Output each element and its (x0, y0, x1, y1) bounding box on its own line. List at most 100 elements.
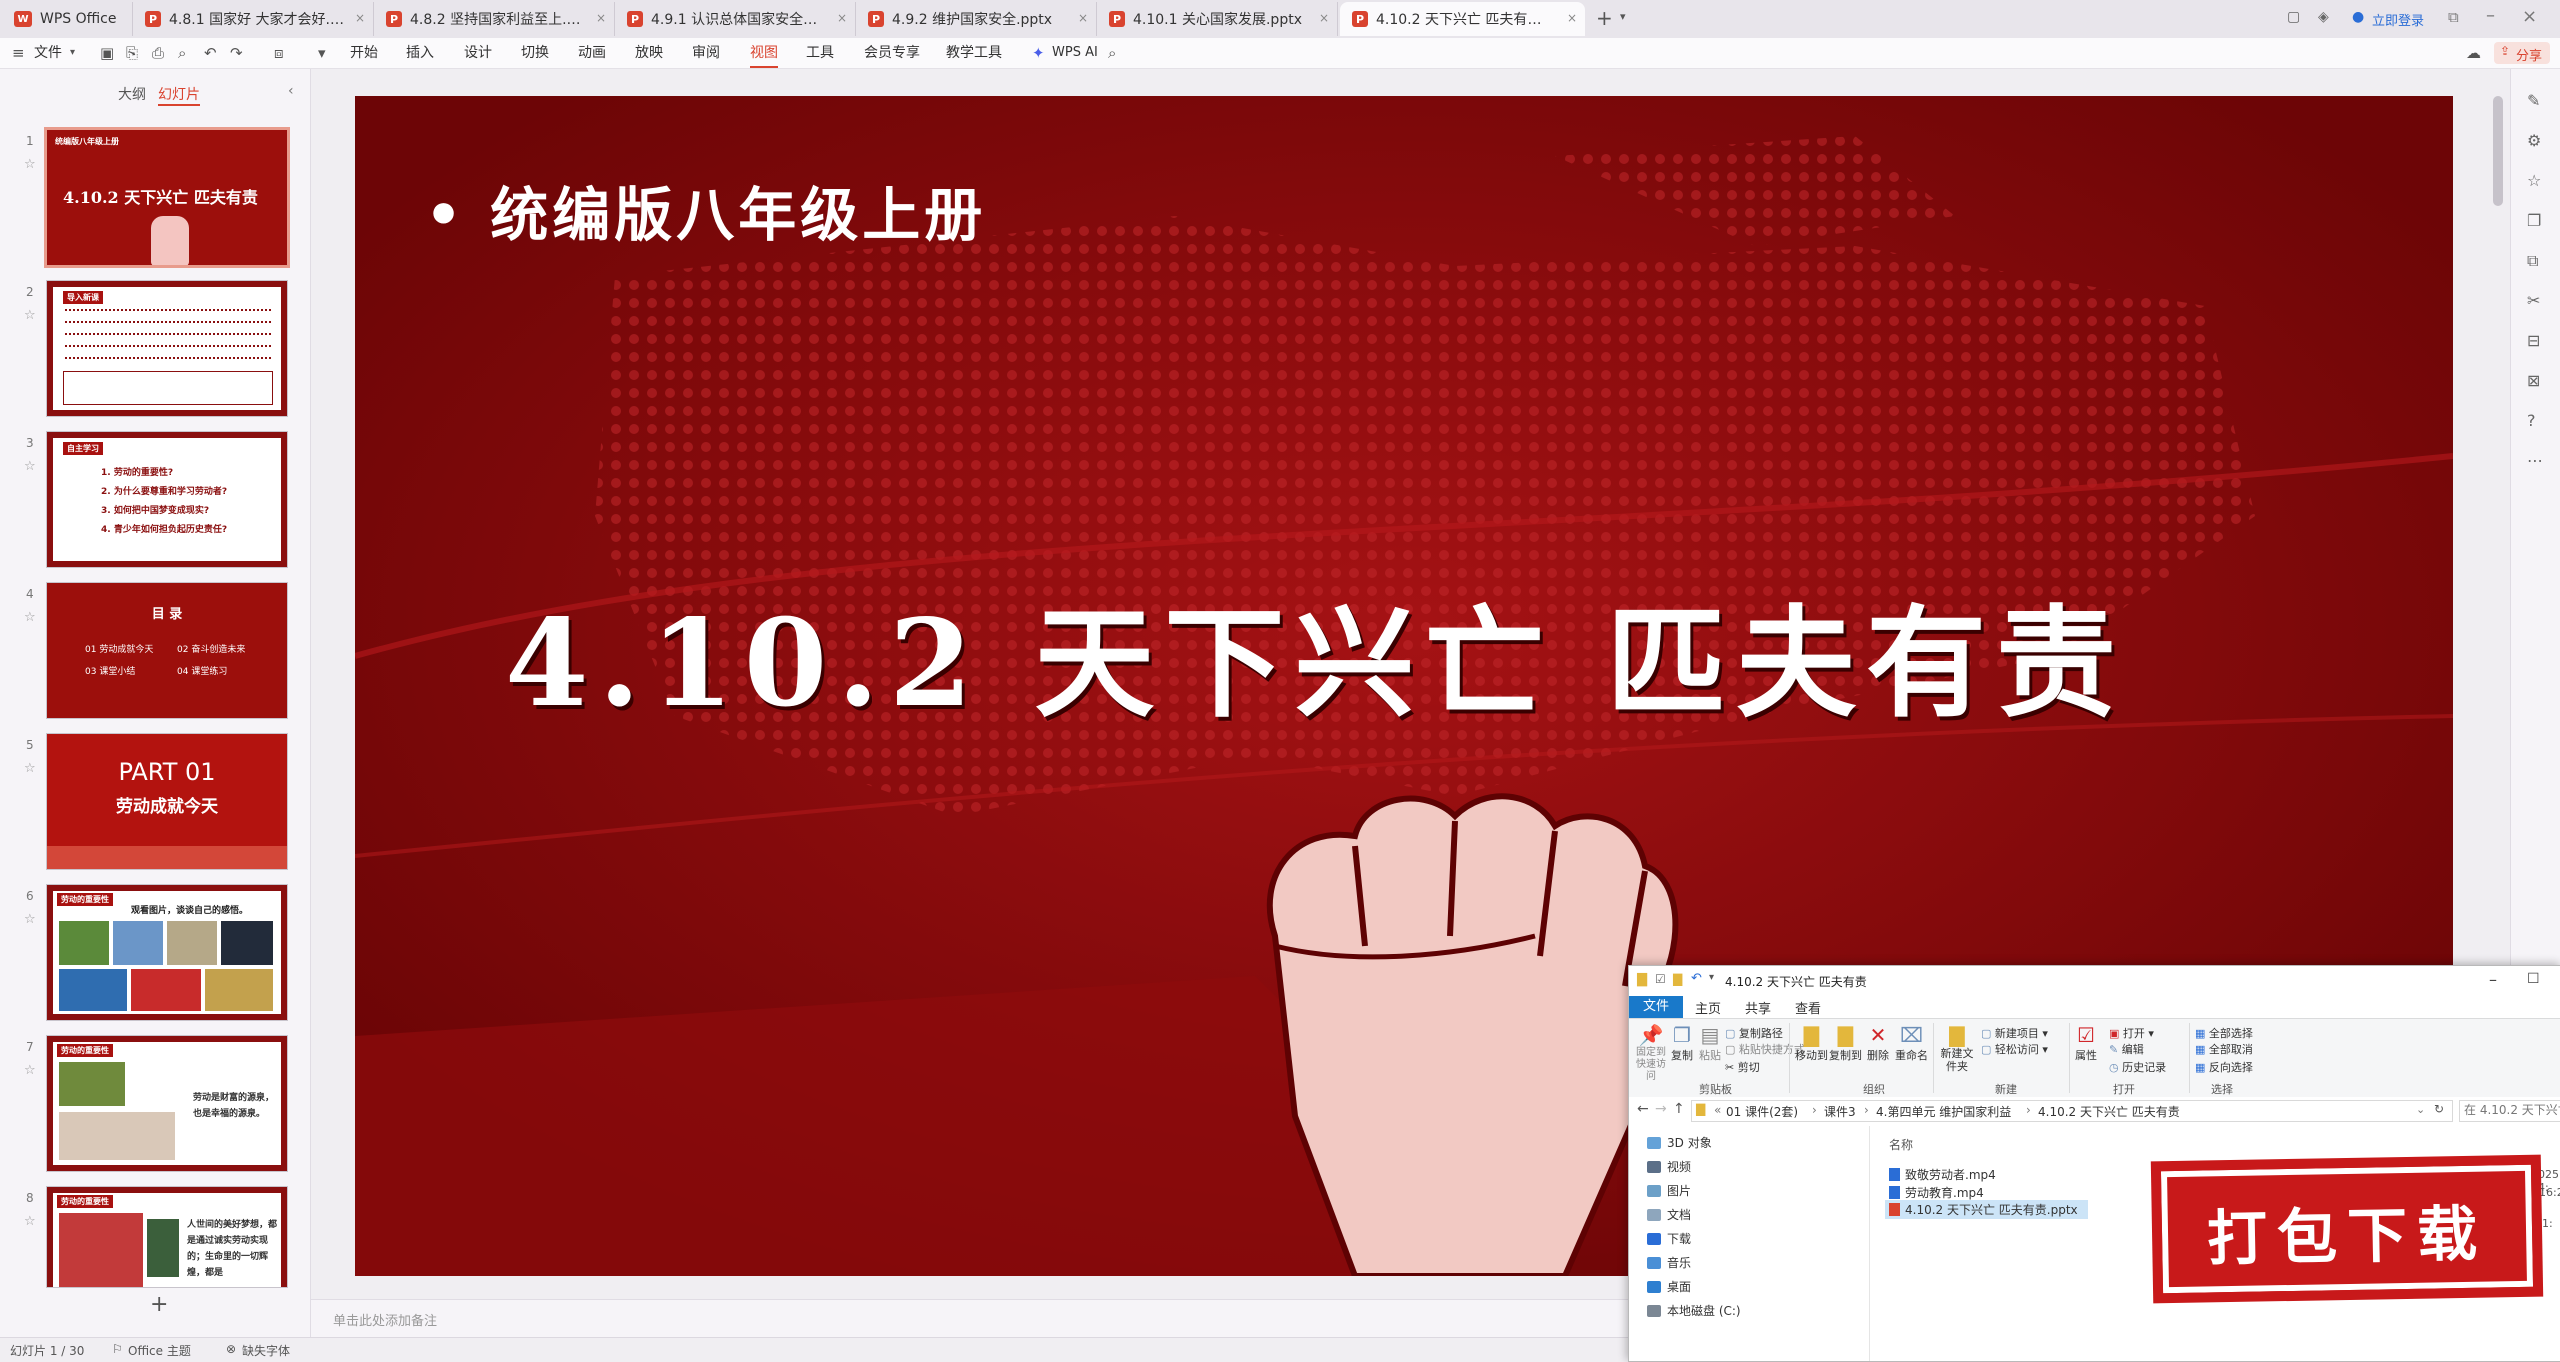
nav-item-local-disk[interactable]: 本地磁盘 (C:) (1647, 1302, 1741, 1319)
easy-access-button[interactable]: ▢ 轻松访问 ▾ (1981, 1041, 2048, 1057)
new-folder-button[interactable]: ▇ 新建文件夹 (1939, 1023, 1975, 1073)
file-item[interactable]: 劳动教育.mp4 (1889, 1184, 1984, 1201)
star-icon[interactable]: ☆ (24, 308, 36, 323)
slide-title[interactable]: 4.10.2 天下兴亡 匹夫有责 (505, 566, 2126, 740)
copy-button[interactable]: ❐ 复制 (1671, 1023, 1693, 1063)
ribbon-tab-file[interactable]: 文件 (1629, 996, 1684, 1018)
reader-icon[interactable]: ⊟ (2527, 331, 2540, 350)
ribbon-tab-view[interactable]: 查看 (1795, 998, 1821, 1017)
menu-transition[interactable]: 切换 (521, 38, 549, 68)
star-icon[interactable]: ☆ (24, 1063, 36, 1078)
missing-font-label[interactable]: 缺失字体 (242, 1342, 290, 1359)
close-tab-icon[interactable]: × (1567, 11, 1577, 25)
slide-thumbnail-2[interactable]: 导入新课 (47, 281, 287, 416)
vertical-scrollbar[interactable] (2493, 96, 2503, 206)
export-icon[interactable]: ⎘ (126, 44, 138, 62)
breadcrumb-item[interactable]: 01 课件(2套) (1726, 1103, 1798, 1120)
skin-icon[interactable]: ◈ (2318, 9, 2329, 25)
star-icon[interactable]: ☆ (24, 761, 36, 776)
format-painter-icon[interactable]: ⧈ (274, 44, 284, 62)
slide-thumbnail-3[interactable]: 自主学习 1. 劳动的重要性? 2. 为什么要尊重和学习劳动者? 3. 如何把中… (47, 432, 287, 567)
tab-document[interactable]: P 4.10.1 关心国家发展.pptx × (1097, 2, 1338, 36)
ribbon-tab-home[interactable]: 主页 (1695, 998, 1721, 1017)
nav-item-pictures[interactable]: 图片 (1647, 1182, 1691, 1199)
backup-icon[interactable]: ⊠ (2527, 371, 2540, 390)
close-tab-icon[interactable]: × (837, 11, 847, 25)
redo-icon[interactable]: ↷ (230, 44, 243, 62)
menu-file[interactable]: 文件 (34, 38, 62, 68)
move-to-button[interactable]: ▇ 移动到 (1795, 1023, 1828, 1063)
properties-button[interactable]: ☑ 属性 (2075, 1023, 2097, 1063)
slide-thumbnail-4[interactable]: 目 录 01 劳动成就今天 02 奋斗创造未来 03 课堂小结 04 课堂练习 (47, 583, 287, 718)
new-item-button[interactable]: ▢ 新建项目 ▾ (1981, 1025, 2048, 1041)
more-icon[interactable]: ▾ (318, 44, 326, 62)
slide-thumbnail-5[interactable]: PART 01 劳动成就今天 (47, 734, 287, 869)
file-explorer-window[interactable]: ▇ ☑ ▇ ↶ ▾ 4.10.2 天下兴亡 匹夫有责 – ☐ 文件 主页 共享 … (1628, 965, 2560, 1362)
file-item[interactable]: 致敬劳动者.mp4 (1889, 1166, 1996, 1183)
collapse-panel-icon[interactable]: ‹ (288, 83, 294, 99)
nav-item-3d-objects[interactable]: 3D 对象 (1647, 1134, 1712, 1151)
copy-to-button[interactable]: ▇ 复制到 (1829, 1023, 1862, 1063)
star-icon[interactable]: ☆ (24, 157, 36, 172)
property-icon[interactable]: ⚙ (2527, 131, 2541, 150)
download-package-badge[interactable]: 打包下载 (2157, 1161, 2537, 1297)
minimize-icon[interactable]: – (2489, 970, 2497, 989)
breadcrumb-item[interactable]: 4.第四单元 维护国家利益 (1876, 1103, 2011, 1120)
history-button[interactable]: ◷ 历史记录 (2109, 1059, 2166, 1075)
window-layout-icon[interactable]: ▢ (2287, 9, 2300, 25)
star-icon[interactable]: ☆ (24, 610, 36, 625)
tab-document[interactable]: P 4.8.2 坚持国家利益至上.pptx × (374, 2, 615, 36)
select-none-button[interactable]: ▦ 全部取消 (2195, 1041, 2253, 1057)
explorer-search-box[interactable]: 在 4.10.2 天下兴亡 匹夫有责 中搜索 (2459, 1100, 2560, 1122)
address-path[interactable]: ▇ « 01 课件(2套) › 课件3 › 4.第四单元 维护国家利益 › 4.… (1691, 1100, 2453, 1122)
slide-thumbnail-7[interactable]: 劳动的重要性 劳动是财富的源泉，也是幸福的源泉。 (47, 1036, 287, 1171)
copy-path-button[interactable]: ▢ 复制路径 (1725, 1025, 1783, 1041)
undo-quick-icon[interactable]: ↶ (1691, 971, 1702, 986)
tab-document[interactable]: P4.9.1 认识总体国家安全观.pptx× (615, 2, 856, 36)
animation-icon[interactable]: ☆ (2527, 171, 2541, 190)
wps-ai-button[interactable]: WPS AI (1052, 38, 1098, 68)
menu-animation[interactable]: 动画 (578, 38, 606, 68)
close-tab-icon[interactable]: × (355, 11, 365, 25)
nav-item-downloads[interactable]: 下载 (1647, 1230, 1691, 1247)
menu-design[interactable]: 设计 (464, 38, 492, 68)
tab-document-active[interactable]: P4.10.2 天下兴亡 匹夫有责.pptx× (1340, 2, 1585, 36)
nav-item-music[interactable]: 音乐 (1647, 1254, 1691, 1271)
menu-member[interactable]: 会员专享 (864, 38, 920, 68)
menu-review[interactable]: 审阅 (692, 38, 720, 68)
layers-icon[interactable]: ❐ (2527, 211, 2541, 230)
undo-icon[interactable]: ↶ (204, 44, 217, 62)
pin-quick-access-button[interactable]: 📌 固定到快速访问 (1633, 1023, 1669, 1083)
save-icon[interactable]: ▣ (100, 44, 114, 62)
menu-slideshow[interactable]: 放映 (635, 38, 663, 68)
nav-item-videos[interactable]: 视频 (1647, 1158, 1691, 1175)
chevron-down-icon[interactable]: ▾ (70, 47, 75, 58)
tab-slides[interactable]: 幻灯片 (158, 84, 200, 104)
breadcrumb-item[interactable]: 课件3 (1824, 1103, 1856, 1120)
ribbon-tab-share[interactable]: 共享 (1745, 998, 1771, 1017)
tab-document[interactable]: P 4.9.2 维护国家安全.pptx × (856, 2, 1097, 36)
login-link[interactable]: 立即登录 (2372, 10, 2424, 29)
cloud-sync-icon[interactable]: ☁ (2466, 44, 2481, 62)
chevron-down-icon[interactable]: ▾ (1709, 972, 1714, 983)
add-slide-button[interactable]: + (150, 1292, 168, 1317)
slide-thumbnail-8[interactable]: 劳动的重要性 人世间的美好梦想，都是通过诚实劳动实现的；生命里的一切辉煌，都是 (47, 1187, 287, 1287)
search-icon[interactable]: ⌕ (1108, 44, 1116, 62)
rename-button[interactable]: ⌧ 重命名 (1895, 1023, 1928, 1063)
transition-icon[interactable]: ⧉ (2527, 251, 2538, 271)
star-icon[interactable]: ☆ (24, 1214, 36, 1229)
open-button[interactable]: ▣ 打开 ▾ (2109, 1025, 2154, 1041)
slide-subtitle[interactable]: • 统编版八年级上册 (425, 168, 986, 252)
hamburger-icon[interactable]: ≡ (12, 44, 25, 62)
star-icon[interactable]: ☆ (24, 912, 36, 927)
tab-document[interactable]: P 4.8.1 国家好 大家才会好.pptx × (133, 2, 374, 36)
tab-list-icon[interactable]: ▾ (1620, 10, 1626, 23)
close-tab-icon[interactable]: × (1319, 11, 1329, 25)
back-icon[interactable]: ← (1637, 1101, 1649, 1117)
column-header-name[interactable]: 名称 (1889, 1136, 1913, 1153)
print-icon[interactable]: ⎙ (152, 44, 164, 62)
delete-button[interactable]: ✕ 删除 (1867, 1023, 1889, 1063)
close-tab-icon[interactable]: × (596, 11, 606, 25)
up-icon[interactable]: ↑ (1673, 1101, 1685, 1117)
close-tab-icon[interactable]: × (1078, 11, 1088, 25)
